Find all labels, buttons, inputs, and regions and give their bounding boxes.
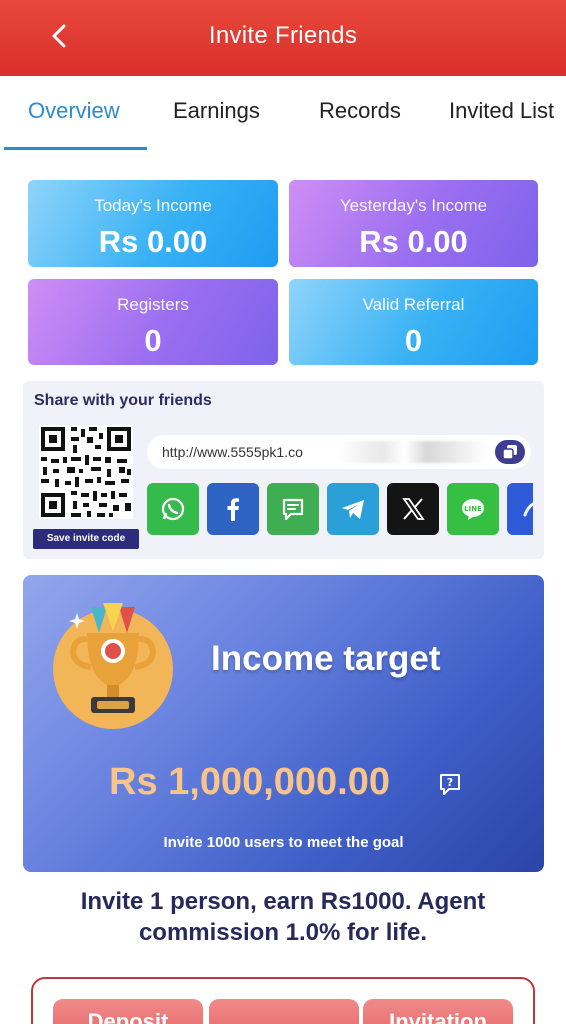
invite-reward-text: Invite 1 person, earn Rs1000. Agent comm… xyxy=(80,888,486,946)
telegram-icon xyxy=(342,500,364,519)
copy-icon xyxy=(502,445,517,460)
income-target-title: Income target xyxy=(211,639,441,678)
redacted-link-blur xyxy=(337,441,487,463)
more-icon xyxy=(523,502,533,517)
share-title: Share with your friends xyxy=(34,392,212,409)
valid-referral-label: Valid Referral xyxy=(362,295,465,314)
svg-text:?: ? xyxy=(447,776,453,789)
tab-invited-list[interactable]: Invited List xyxy=(449,98,554,124)
registers-label: Registers xyxy=(117,295,189,314)
facebook-share-button[interactable] xyxy=(207,483,259,535)
income-target-amount: Rs 1,000,000.00 xyxy=(109,761,391,803)
tab-earnings[interactable]: Earnings xyxy=(173,98,260,124)
tab-overview[interactable]: Overview xyxy=(28,98,120,124)
qr-code-box: Save invite code xyxy=(33,425,139,549)
help-icon[interactable]: ? xyxy=(437,771,463,797)
x-share-button[interactable] xyxy=(387,483,439,535)
svg-text:LINE: LINE xyxy=(464,505,482,513)
today-income-label: Today's Income xyxy=(94,196,212,215)
tab-bar: Overview Earnings Records Invited List xyxy=(0,76,566,152)
today-income-card: Today's Income Rs 0.00 xyxy=(28,180,278,267)
trophy-icon xyxy=(53,603,173,729)
save-invite-code-button[interactable]: Save invite code xyxy=(33,529,139,549)
active-tab-indicator xyxy=(4,147,147,150)
whatsapp-icon xyxy=(161,497,185,521)
invite-link-text: http://www.5555pk1.co xyxy=(162,444,303,460)
line-icon: LINE xyxy=(462,499,484,520)
invitation-button[interactable]: Invitation xyxy=(363,999,513,1024)
x-icon xyxy=(402,498,425,520)
facebook-icon xyxy=(227,498,239,521)
yesterday-income-value: Rs 0.00 xyxy=(359,224,468,259)
invite-link-field[interactable]: http://www.5555pk1.co xyxy=(147,435,531,469)
valid-referral-value: 0 xyxy=(404,323,423,358)
sms-share-button[interactable] xyxy=(267,483,319,535)
qr-code-icon xyxy=(39,425,133,519)
bottom-action-panel: Deposit Invitation xyxy=(31,977,535,1024)
yesterday-income-card: Yesterday's Income Rs 0.00 xyxy=(289,180,538,267)
line-share-button[interactable]: LINE xyxy=(447,483,499,535)
tab-records[interactable]: Records xyxy=(319,98,401,124)
more-share-button[interactable] xyxy=(507,483,533,535)
yesterday-income-label: Yesterday's Income xyxy=(339,196,488,215)
valid-referral-card: Valid Referral 0 xyxy=(289,279,538,365)
sms-icon xyxy=(282,498,304,521)
share-panel: Share with your friends Save invite code… xyxy=(23,381,544,559)
registers-card: Registers 0 xyxy=(28,279,278,365)
page-title: Invite Friends xyxy=(208,22,358,49)
income-target-card: Income target Rs 1,000,000.00 ? Invite 1… xyxy=(23,575,544,872)
income-target-note: Invite 1000 users to meet the goal xyxy=(163,834,404,851)
copy-link-button[interactable] xyxy=(495,440,525,464)
social-share-row: LINE xyxy=(147,483,533,535)
app-header: Invite Friends xyxy=(0,0,566,76)
telegram-share-button[interactable] xyxy=(327,483,379,535)
whatsapp-share-button[interactable] xyxy=(147,483,199,535)
deposit-button[interactable]: Deposit xyxy=(53,999,203,1024)
today-income-value: Rs 0.00 xyxy=(98,224,208,259)
middle-action-button[interactable] xyxy=(209,999,359,1024)
registers-value: 0 xyxy=(144,323,162,358)
